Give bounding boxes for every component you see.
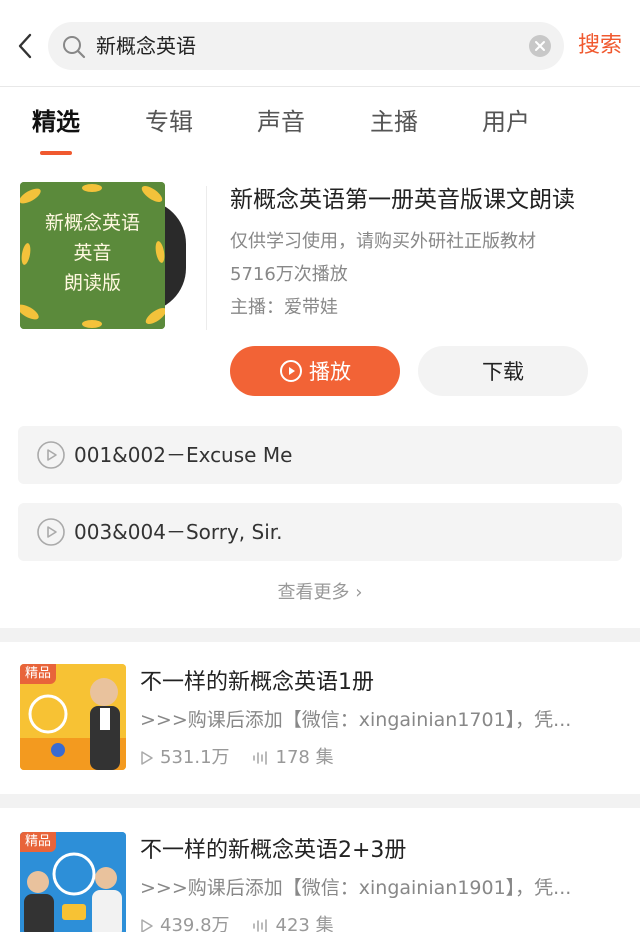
- track-row[interactable]: 003&004－Sorry, Sir.: [18, 503, 622, 561]
- result-meta: 439.8万 423 集: [140, 912, 334, 932]
- section-gap: [0, 794, 640, 808]
- download-button-label: 下载: [482, 360, 524, 384]
- play-button[interactable]: 播放: [230, 346, 400, 396]
- chevron-left-icon: [18, 33, 32, 59]
- album-play-count: 5716万次播放: [230, 264, 348, 285]
- result-description: >>>购课后添加【微信：xingainian1901】，凭...: [140, 877, 572, 899]
- play-triangle-icon: [141, 751, 153, 765]
- premium-badge: 精品: [20, 664, 57, 684]
- active-tab-indicator: [40, 151, 72, 155]
- album-cover[interactable]: 新概念英语 英音 朗读版: [20, 182, 165, 329]
- track-title: 001&002－Excuse Me: [74, 443, 293, 467]
- result-title[interactable]: 不一样的新概念英语1册: [140, 666, 374, 700]
- result-episode-count: 423 集: [275, 915, 334, 932]
- audio-wave-icon: [252, 919, 267, 932]
- search-icon: [63, 36, 86, 59]
- result-cover[interactable]: 精品: [20, 832, 126, 932]
- result-meta: 531.1万 178 集: [140, 744, 334, 772]
- album-host[interactable]: 主播：爱带娃: [230, 295, 338, 321]
- section-gap: [0, 628, 640, 642]
- tab-featured[interactable]: 精选: [32, 104, 80, 140]
- search-input[interactable]: 新概念英语: [48, 22, 564, 70]
- play-circle-icon: [280, 360, 302, 382]
- audio-wave-icon: [252, 751, 267, 765]
- search-button[interactable]: 搜索: [578, 30, 622, 62]
- album-title[interactable]: 新概念英语第一册英音版课文朗读: [230, 182, 575, 218]
- top-bar: 新概念英语 搜索: [0, 0, 640, 90]
- header-divider: [0, 86, 640, 87]
- result-play-count: 439.8万: [160, 915, 230, 932]
- result-title[interactable]: 不一样的新概念英语2+3册: [140, 834, 406, 868]
- play-button-label: 播放: [309, 360, 351, 384]
- album-cover-text: 新概念英语 英音 朗读版: [44, 212, 140, 294]
- result-description: >>>购课后添加【微信：xingainian1701】，凭...: [140, 709, 572, 731]
- download-button[interactable]: 下载: [418, 346, 588, 396]
- track-title: 003&004－Sorry, Sir.: [74, 520, 283, 544]
- divider: [206, 186, 207, 330]
- album-note: 仅供学习使用，请购买外研社正版教材: [230, 231, 536, 252]
- tab-albums[interactable]: 专辑: [145, 104, 193, 140]
- tab-sounds[interactable]: 声音: [257, 104, 305, 140]
- play-triangle-icon: [141, 919, 153, 932]
- see-more-link[interactable]: 查看更多 ›: [0, 578, 640, 608]
- premium-badge: 精品: [20, 832, 57, 852]
- back-button[interactable]: [10, 28, 40, 64]
- play-circle-icon[interactable]: [36, 440, 66, 470]
- tab-users[interactable]: 用户: [482, 104, 530, 140]
- result-play-count: 531.1万: [160, 747, 230, 768]
- clear-icon[interactable]: [528, 34, 552, 58]
- tab-hosts[interactable]: 主播: [370, 104, 418, 140]
- result-episode-count: 178 集: [275, 747, 334, 768]
- track-row[interactable]: 001&002－Excuse Me: [18, 426, 622, 484]
- result-cover[interactable]: 精品: [20, 664, 126, 770]
- play-circle-icon[interactable]: [36, 517, 66, 547]
- search-query: 新概念英语: [96, 34, 196, 58]
